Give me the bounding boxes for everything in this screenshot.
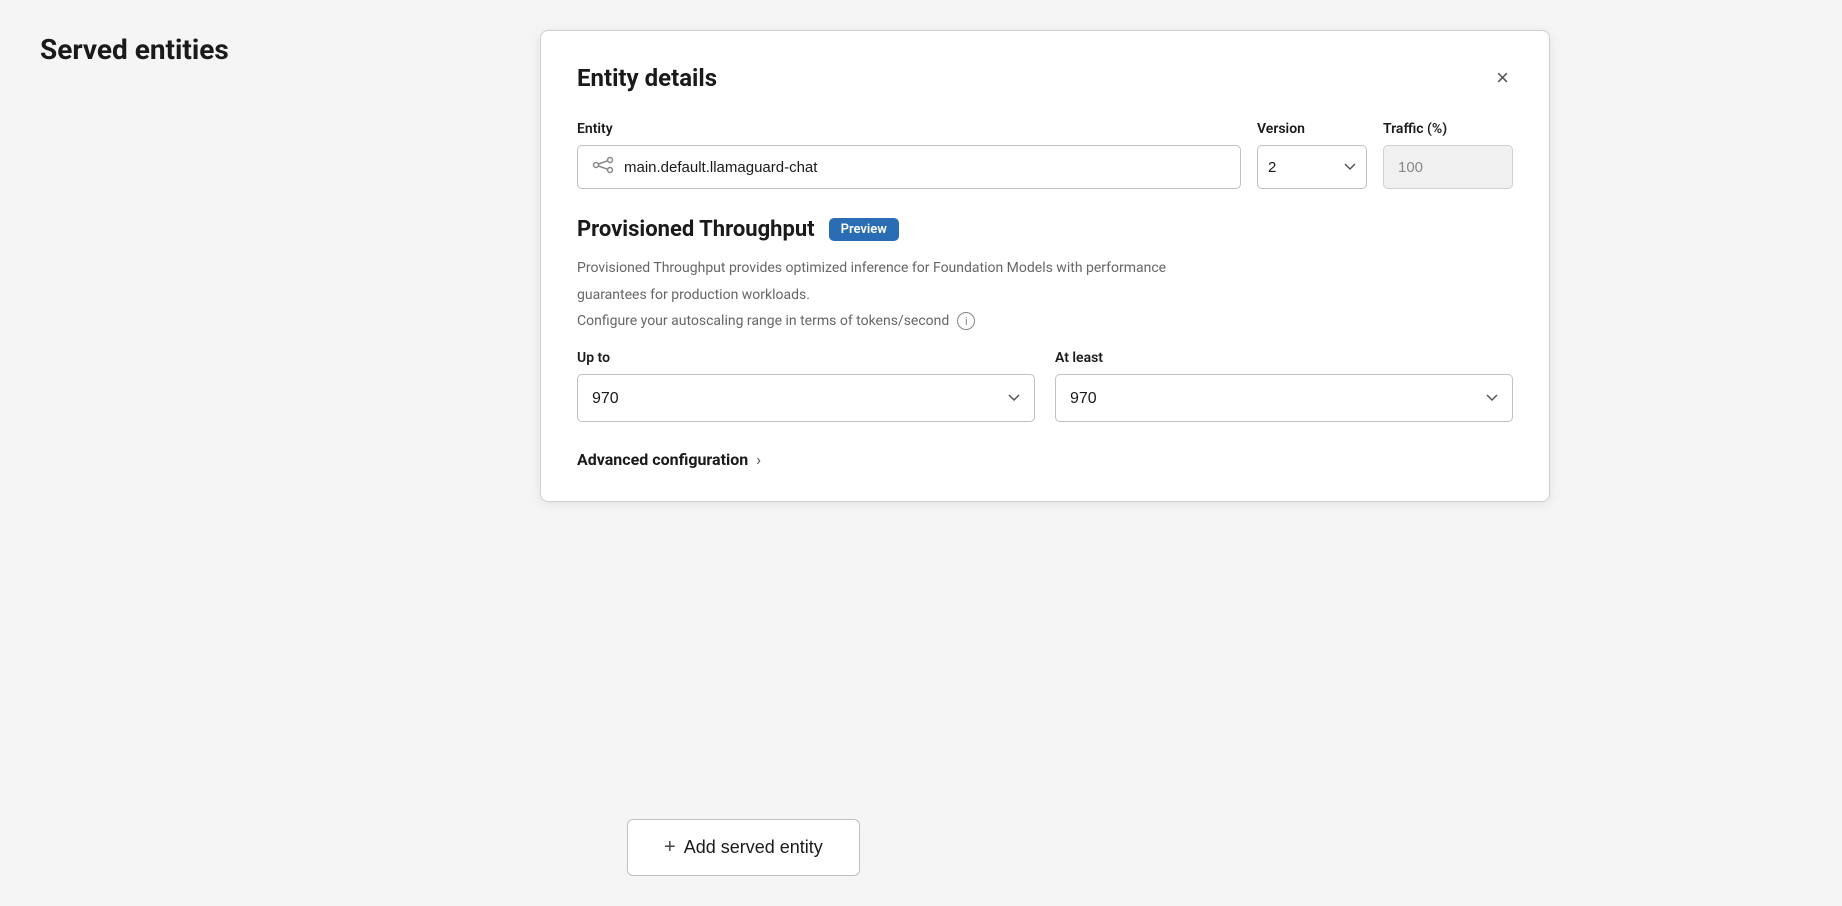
version-field-group: Version 1 2 3 (1257, 121, 1367, 189)
entity-input[interactable] (624, 159, 1226, 176)
modal-header: Entity details × (577, 63, 1513, 93)
entity-form-row: Entity Version (577, 121, 1513, 189)
throughput-title: Provisioned Throughput (577, 217, 815, 242)
traffic-label: Traffic (%) (1383, 121, 1513, 137)
entity-details-modal: Entity details × Entity (540, 30, 1550, 502)
chevron-right-icon: › (756, 450, 761, 469)
at-least-select[interactable]: 970 500 1000 (1055, 374, 1513, 422)
version-select[interactable]: 1 2 3 (1257, 145, 1367, 189)
autoscaling-text: Configure your autoscaling range in term… (577, 313, 949, 329)
throughput-fields-row: Up to 970 500 1000 At least 970 500 1000 (577, 350, 1513, 422)
throughput-description-line1: Provisioned Throughput provides optimize… (577, 258, 1513, 279)
advanced-config-label: Advanced configuration (577, 450, 748, 469)
up-to-label: Up to (577, 350, 1035, 366)
modal-title: Entity details (577, 64, 717, 92)
at-least-group: At least 970 500 1000 (1055, 350, 1513, 422)
traffic-field-group: Traffic (%) (1383, 121, 1513, 189)
up-to-select[interactable]: 970 500 1000 (577, 374, 1035, 422)
advanced-config-row[interactable]: Advanced configuration › (577, 450, 1513, 469)
close-button[interactable]: × (1492, 63, 1513, 93)
version-label: Version (1257, 121, 1367, 137)
up-to-group: Up to 970 500 1000 (577, 350, 1035, 422)
info-icon[interactable]: i (957, 312, 975, 330)
entity-label: Entity (577, 121, 1241, 137)
traffic-input[interactable] (1383, 145, 1513, 189)
add-served-entity-button[interactable]: + Add served entity (627, 819, 860, 876)
at-least-label: At least (1055, 350, 1513, 366)
autoscaling-label-row: Configure your autoscaling range in term… (577, 312, 1513, 330)
preview-badge: Preview (829, 218, 899, 241)
add-entity-label: Add served entity (684, 837, 823, 858)
plus-icon: + (664, 836, 676, 859)
entity-field-group: Entity (577, 121, 1241, 189)
throughput-section-header: Provisioned Throughput Preview (577, 217, 1513, 242)
model-icon (592, 156, 614, 179)
throughput-description-line2: guarantees for production workloads. (577, 285, 1513, 306)
entity-input-wrapper[interactable] (577, 145, 1241, 189)
